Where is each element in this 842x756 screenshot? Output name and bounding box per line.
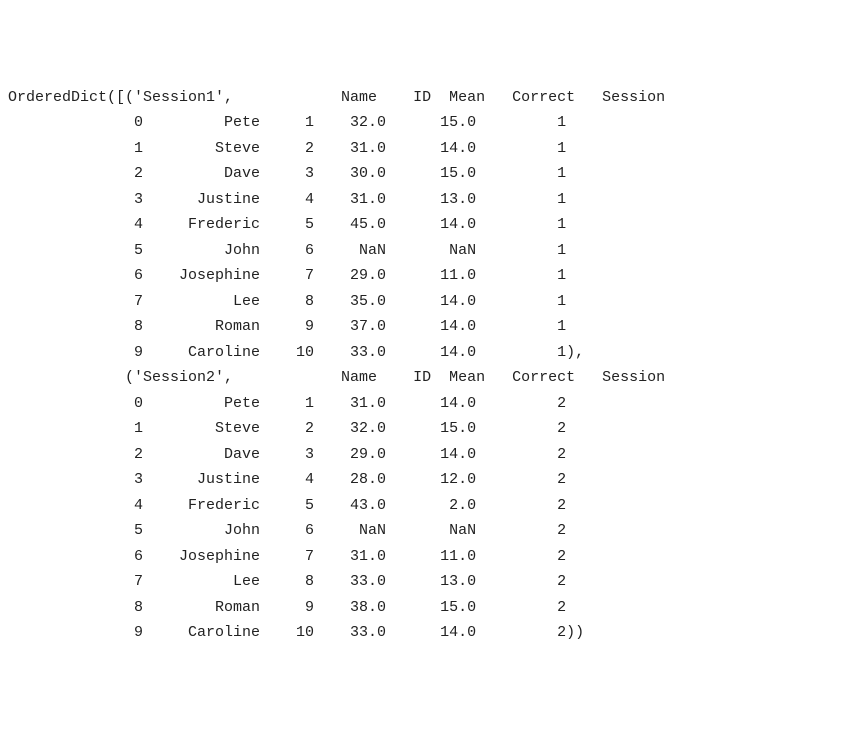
ordereddict-repr: OrderedDict([('Session1', Name ID Mean C… — [8, 85, 834, 646]
